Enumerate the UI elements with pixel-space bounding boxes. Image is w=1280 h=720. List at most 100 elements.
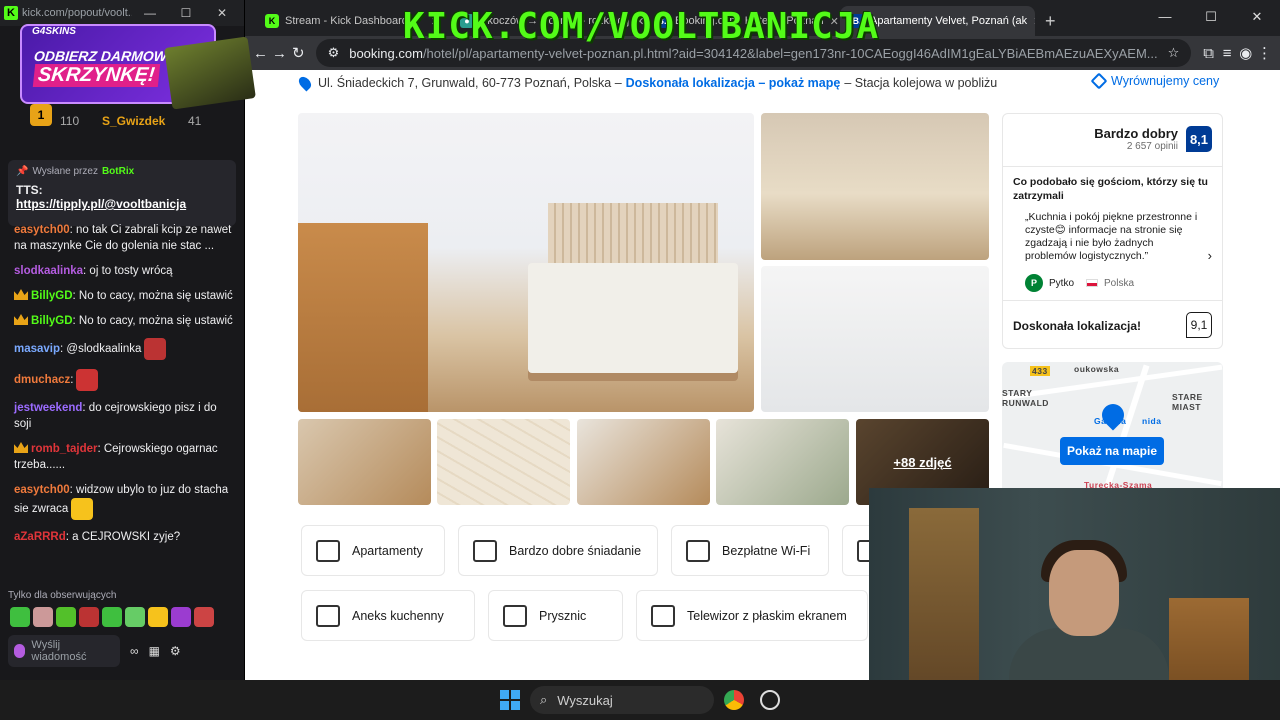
chat-username[interactable]: dmuchacz [14,374,70,386]
author-name: Pytko [1049,277,1075,289]
emote-row [10,607,214,627]
feature-label: Bezpłatne Wi-Fi [722,543,811,558]
feature-breakfast: Bardzo dobre śniadanie [458,525,658,576]
profile-icon[interactable]: ◉ [1238,44,1253,62]
crown-badge-icon [14,314,28,325]
ad-brand: G4SKINS [32,26,76,37]
pinned-tts: TTS: [16,183,43,197]
chat-username[interactable]: aZaRRRd [14,531,66,543]
review-author: P Pytko Polska [1025,274,1134,292]
reload-icon[interactable]: ↻ [291,44,306,62]
media-icon[interactable]: ≡ [1220,45,1235,62]
close-button[interactable]: ✕ [1234,0,1280,34]
chat-username[interactable]: easytch00 [14,224,70,236]
chat-username[interactable]: BillyGD [31,290,73,302]
price-tag-icon [1090,72,1108,90]
pinned-link[interactable]: https://tipply.pl/@vooltbanicja [16,197,228,211]
map-area-label: STARE MIAST [1172,392,1203,412]
url-text: booking.com/hotel/pl/apartamenty-velvet-… [349,46,1157,61]
taskbar-search[interactable]: ⌕ Wyszukaj [530,686,714,714]
emote-icon [76,369,99,391]
emote-icon[interactable] [125,607,145,627]
chat-bar: Wyślij wiadomość ∞ ▦ ⚙ [8,634,238,668]
emote-icon[interactable] [56,607,76,627]
taskbar-search-label: Wyszukaj [557,692,613,708]
leader-count-1: 110 [60,114,80,128]
new-tab-button[interactable]: + [1035,6,1066,36]
menu-icon[interactable]: ⋮ [1257,44,1272,62]
pin-icon: 📌 [16,166,29,177]
price-match-link[interactable]: Wyrównujemy ceny [1090,72,1220,90]
oven-icon [316,604,340,627]
maximize-button[interactable]: ☐ [168,6,204,20]
avatar: P [1025,274,1043,292]
chat-username[interactable]: jestweekend [14,402,82,414]
store-icon[interactable]: ▦ [149,644,160,658]
review-count: 2 657 opinii [1126,141,1178,152]
minimize-button[interactable]: — [132,6,168,20]
bookmark-star-icon[interactable]: ☆ [1168,45,1180,61]
windows-start-icon[interactable] [500,690,520,710]
chevron-right-icon[interactable]: › [1208,248,1212,263]
author-country: Polska [1104,277,1135,289]
show-on-map-button[interactable]: Pokaż na mapie [1060,437,1164,465]
price-match-label: Wyrównujemy ceny [1111,74,1220,88]
feature-label: Apartamenty [352,543,423,558]
map-preview[interactable]: oukowska 433 STARY RUNWALD STARE MIAST G… [1002,362,1223,502]
minimize-button[interactable]: — [1142,0,1188,34]
close-button[interactable]: ✕ [204,6,240,20]
kick-logo-icon: K [4,6,18,20]
maximize-button[interactable]: ☐ [1188,0,1234,34]
main-photo[interactable] [298,113,754,412]
emote-icon [144,338,167,360]
chat-input[interactable]: Wyślij wiadomość [8,635,120,667]
emote-icon[interactable] [79,607,99,627]
review-score-header[interactable]: Bardzo dobry 2 657 opinii 8,1 [1094,126,1212,152]
photo-bathroom[interactable] [761,266,989,412]
chat-text: : [70,374,74,387]
feature-label: Bardzo dobre śniadanie [509,543,642,558]
chrome-icon[interactable] [724,690,744,710]
points-icon[interactable]: ∞ [130,644,139,658]
wifi-icon [686,539,710,562]
followers-only-label: Tylko dla obserwujących [8,590,117,601]
g4skins-ad-banner[interactable]: G4SKINS ODBIERZ DARMOWĄ SKRZYNKĘ! [18,22,256,110]
photo-bedroom[interactable] [761,113,989,260]
kick-chat-window: K kick.com/popout/voolt... — ☐ ✕ G4SKINS… [0,0,256,680]
review-quote: „Kuchnia i pokój piękne przestronne i cz… [1025,211,1198,262]
chat-username[interactable]: BillyGD [31,315,73,327]
emote-icon[interactable] [10,607,30,627]
address-line: Ul. Śniadeckich 7, Grunwald, 60-773 Pozn… [296,74,997,92]
crown-badge-icon [14,289,28,300]
thumbnail-map[interactable] [437,419,570,505]
leaderboard: 1 110 S_Gwizdek 41 [30,100,240,146]
obs-icon[interactable] [760,690,780,710]
emote-icon[interactable] [33,607,53,627]
forward-arrow-icon[interactable]: → [272,45,287,62]
chat-username[interactable]: masavip [14,343,60,355]
emote-icon[interactable] [171,607,191,627]
chat-username[interactable]: slodkaalinka [14,265,83,277]
pinned-sent-by: Wysłane przez [32,166,98,177]
chat-message: masavip: @slodkaalinka [14,338,236,360]
extensions-icon[interactable]: ⧉ [1201,45,1216,62]
emote-icon[interactable] [148,607,168,627]
back-arrow-icon[interactable]: ← [253,45,268,62]
pinned-message[interactable]: 📌 Wysłane przez BotRix TTS: https://tipp… [8,160,236,226]
settings-gear-icon[interactable]: ⚙ [170,644,181,658]
chat-message: easytch00: no tak Ci zabrali kcip ze naw… [14,222,236,254]
chat-text: : a CEJROWSKI zyje? [65,531,181,543]
thumbnail-photo[interactable] [716,419,849,505]
site-info-icon[interactable]: ⚙ [328,45,340,61]
emote-icon[interactable] [102,607,122,627]
chat-username[interactable]: easytch00 [14,484,70,496]
show-map-link[interactable]: Doskonała lokalizacja – pokaż mapę [626,76,841,90]
chat-username[interactable]: romb_tajder [31,443,97,455]
thumbnail-photo[interactable] [577,419,710,505]
ad-line2: SKRZYNKĘ! [32,64,160,87]
emote-icon[interactable] [194,607,214,627]
pinned-bot-name: BotRix [101,166,135,177]
kick-icon: K [265,14,279,28]
pinned-header: 📌 Wysłane przez BotRix [16,166,228,177]
thumbnail-photo[interactable] [298,419,431,505]
